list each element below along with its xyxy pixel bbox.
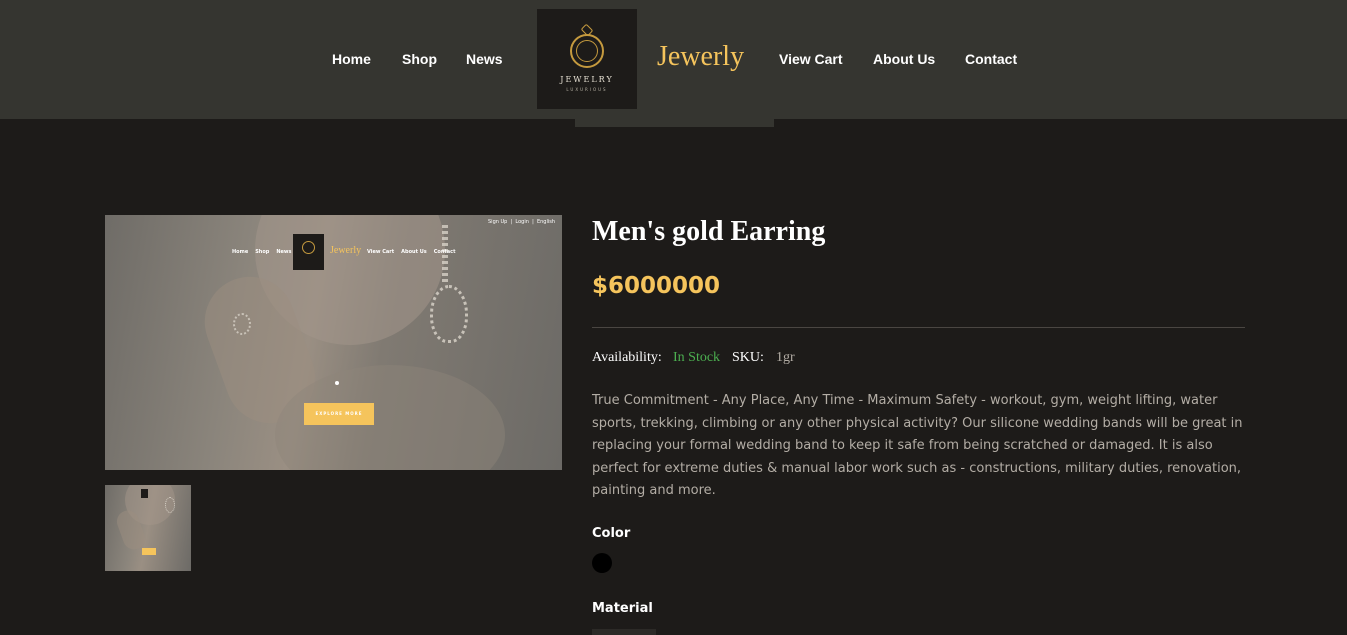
image-nav-home: Home xyxy=(232,249,249,255)
nav-contact[interactable]: Contact xyxy=(965,51,1017,67)
image-nav-right: View Cart About Us Contact xyxy=(367,249,456,255)
image-brand: Jewerly xyxy=(330,245,362,256)
color-swatch-black[interactable] xyxy=(592,553,612,573)
header-tab xyxy=(575,119,774,127)
image-nav-contact: Contact xyxy=(433,249,456,255)
brand-name[interactable]: Jewerly xyxy=(657,41,744,73)
product-description: True Commitment - Any Place, Any Time - … xyxy=(592,393,1243,498)
logo-text: JEWELRY xyxy=(560,75,614,84)
material-select[interactable] xyxy=(592,629,656,635)
ring-image xyxy=(233,313,251,335)
ring-inner-icon xyxy=(576,40,598,62)
product-price: $6000000 xyxy=(592,273,721,299)
image-explore-button: EXPLORE MORE xyxy=(304,403,374,425)
thumb-button xyxy=(142,548,156,555)
material-label: Material xyxy=(592,601,653,616)
divider xyxy=(592,327,1245,328)
color-label: Color xyxy=(592,526,631,541)
nav-view-cart[interactable]: View Cart xyxy=(779,51,843,67)
nav-home[interactable]: Home xyxy=(332,51,371,67)
logo-subtext: LUXURIOUS xyxy=(566,87,608,92)
image-nav-about: About Us xyxy=(401,249,427,255)
image-login: Login xyxy=(515,219,529,225)
availability-value: In Stock xyxy=(673,350,721,365)
sku-label: SKU: xyxy=(732,350,764,365)
image-ring-icon xyxy=(302,241,315,254)
product-title: Men's gold Earring xyxy=(592,216,826,247)
image-slider-dot xyxy=(335,381,339,385)
nav-about-us[interactable]: About Us xyxy=(873,51,935,67)
sku-value: 1gr xyxy=(776,350,795,365)
image-topbar: Sign Up | Login | English xyxy=(488,219,555,225)
thumb-logo xyxy=(141,489,148,498)
thumb-earring xyxy=(165,497,175,513)
image-logo xyxy=(293,234,324,270)
site-logo[interactable]: JEWELRY LUXURIOUS xyxy=(537,9,637,109)
image-signup: Sign Up xyxy=(488,219,508,225)
image-nav-view-cart: View Cart xyxy=(367,249,395,255)
nav-news[interactable]: News xyxy=(466,51,503,67)
product-thumbnail[interactable] xyxy=(105,485,191,571)
image-nav-shop: Shop xyxy=(255,249,270,255)
nav-shop[interactable]: Shop xyxy=(402,51,437,67)
availability-label: Availability: xyxy=(592,350,662,365)
image-language: English xyxy=(536,219,555,225)
product-main-image[interactable]: Sign Up | Login | English Home Shop News… xyxy=(105,215,562,470)
earring-image xyxy=(430,285,468,343)
earring-chain xyxy=(442,225,448,285)
image-nav-left: Home Shop News xyxy=(232,249,292,255)
image-nav-news: News xyxy=(276,249,292,255)
site-header: Home Shop News JEWELRY LUXURIOUS Jewerly… xyxy=(0,0,1347,119)
